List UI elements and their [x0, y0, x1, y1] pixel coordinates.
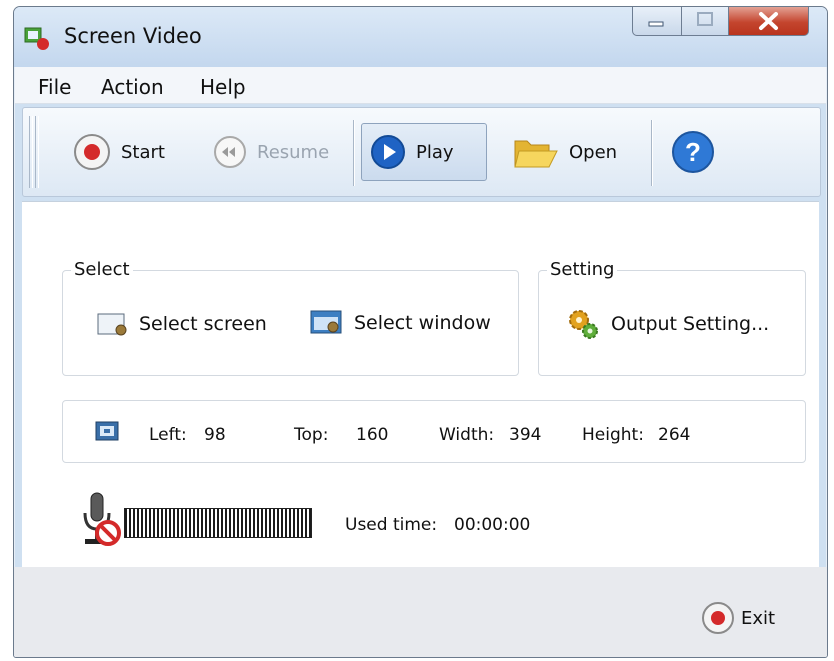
used-time-value: 00:00:00: [454, 515, 531, 535]
menu-action[interactable]: Action: [101, 75, 164, 99]
toolbar-grip[interactable]: [29, 116, 33, 188]
toolbar-separator: [651, 120, 652, 186]
resume-icon: [214, 136, 246, 168]
exit-label: Exit: [741, 607, 776, 629]
menu-help[interactable]: Help: [200, 75, 246, 99]
select-screen-label: Select screen: [139, 313, 267, 335]
select-window-button[interactable]: Select window: [310, 309, 491, 337]
menu-bar: File Action Help: [15, 67, 826, 104]
select-screen-button[interactable]: Select screen: [97, 311, 267, 337]
output-setting-label: Output Setting...: [611, 313, 770, 335]
start-label: Start: [121, 141, 165, 163]
app-window: Screen Video File Action Help Start Resu…: [13, 6, 828, 658]
audio-level-meter: [124, 508, 312, 538]
width-value: 394: [509, 425, 542, 445]
main-panel: Select Select screen Select window Setti…: [22, 201, 819, 568]
resume-label: Resume: [257, 141, 330, 163]
menu-file[interactable]: File: [38, 75, 71, 99]
play-button[interactable]: Play: [361, 123, 487, 181]
minimize-icon: [648, 21, 664, 27]
window-capture-icon: [310, 310, 342, 334]
toolbar-grip[interactable]: [35, 116, 39, 188]
folder-open-icon: [514, 140, 558, 168]
start-button[interactable]: Start: [65, 123, 173, 181]
setting-group: Setting Output Setting...: [538, 259, 806, 376]
gears-icon: [569, 310, 598, 339]
screen-capture-icon: [97, 313, 127, 336]
app-icon: [24, 27, 49, 50]
svg-text:?: ?: [685, 137, 701, 167]
toolbar-separator: [353, 120, 354, 186]
select-window-label: Select window: [354, 312, 491, 334]
play-icon: [371, 135, 405, 169]
window-title: Screen Video: [64, 24, 202, 48]
output-setting-button[interactable]: Output Setting...: [567, 307, 769, 341]
used-time-label: Used time:: [345, 515, 438, 535]
exit-record-icon: [702, 602, 734, 634]
record-icon: [74, 134, 110, 170]
help-icon: ?: [672, 131, 714, 173]
select-group: Select Select screen Select window: [62, 259, 519, 376]
top-value: 160: [356, 425, 389, 445]
close-button[interactable]: [728, 7, 809, 36]
microphone-muted-icon[interactable]: [77, 491, 123, 549]
minimize-button[interactable]: [632, 7, 682, 36]
maximize-button[interactable]: [681, 7, 729, 36]
footer-bar: Exit: [14, 567, 827, 657]
region-info-panel: Left: 98 Top: 160 Width: 394 Height: 264: [62, 400, 806, 463]
left-value: 98: [204, 425, 226, 445]
open-label: Open: [569, 141, 618, 163]
top-label: Top:: [294, 425, 329, 445]
width-label: Width:: [439, 425, 495, 445]
select-group-title: Select: [71, 259, 133, 280]
region-icon: [95, 421, 119, 441]
title-bar[interactable]: Screen Video: [14, 7, 827, 67]
height-label: Height:: [582, 425, 644, 445]
maximize-icon: [697, 12, 713, 26]
height-value: 264: [658, 425, 691, 445]
left-label: Left:: [149, 425, 187, 445]
toolbar: Start Resume Play Open ?: [22, 107, 821, 197]
setting-group-title: Setting: [547, 259, 618, 280]
exit-button[interactable]: Exit: [701, 601, 775, 635]
close-icon: [759, 12, 778, 30]
help-button[interactable]: ?: [663, 123, 723, 181]
resume-button[interactable]: Resume: [205, 123, 337, 181]
open-button[interactable]: Open: [505, 123, 625, 181]
play-label: Play: [416, 141, 454, 163]
